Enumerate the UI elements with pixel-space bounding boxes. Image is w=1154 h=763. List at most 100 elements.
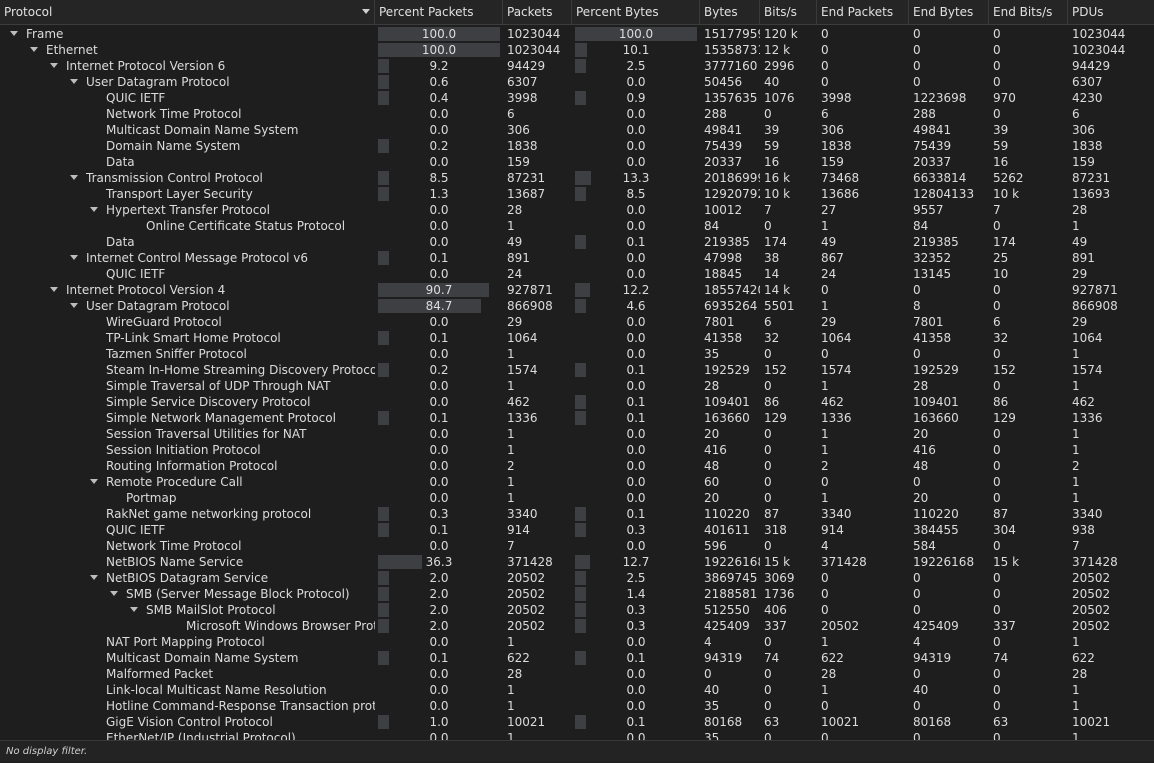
tree-row[interactable]: Data 0.0 49 0.1 219385 174 49 219385 174 49 (0, 234, 1154, 250)
tree-row[interactable]: Simple Traversal of UDP Through NAT 0.0 1 0… (0, 378, 1154, 394)
column-header-end-bits-per-sec[interactable]: End Bits/s (989, 0, 1068, 24)
tree-row[interactable]: Link-local Multicast Name Resolution 0.0 1… (0, 682, 1154, 698)
expand-arrow-icon[interactable] (70, 175, 78, 180)
column-header-protocol[interactable]: Protocol (0, 0, 375, 24)
tree-row[interactable]: Simple Service Discovery Protocol 0.0 462 0… (0, 394, 1154, 410)
tree-row[interactable]: QUIC IETF 0.4 3998 0.9 1357635 1076 3998 122369… (0, 90, 1154, 106)
tree-row[interactable]: NetBIOS Datagram Service 2.0 20502 2.5 38697… (0, 570, 1154, 586)
expand-arrow-icon[interactable] (90, 575, 98, 580)
cell-protocol: QUIC IETF (0, 266, 375, 282)
percent-value: 0.2 (429, 363, 449, 377)
tree-row[interactable]: Tazmen Sniffer Protocol 0.0 1 0.0 35 0 0 0 0 1 (0, 346, 1154, 362)
expand-arrow-icon[interactable] (70, 255, 78, 260)
tree-row[interactable]: WireGuard Protocol 0.0 29 0.0 7801 6 29 7801 6 29 (0, 314, 1154, 330)
cell-protocol: User Datagram Protocol (0, 74, 375, 90)
tree-row[interactable]: Simple Network Management Protocol 0.1 133… (0, 410, 1154, 426)
tree-row[interactable]: Remote Procedure Call 0.0 1 0.0 60 0 0 0 0 1 (0, 474, 1154, 490)
tree-row[interactable]: User Datagram Protocol 0.6 6307 0.0 50456 40 0… (0, 74, 1154, 90)
tree-row[interactable]: SMB (Server Message Block Protocol) 2.0 20… (0, 586, 1154, 602)
cell-bytes: 49841 (704, 123, 743, 137)
cell-packets: 6 (507, 107, 515, 121)
tree-row[interactable]: Portmap 0.0 1 0.0 20 0 1 20 0 1 (0, 490, 1154, 506)
tree-row[interactable]: NetBIOS Name Service 36.3 371428 12.7 192261… (0, 554, 1154, 570)
cell-percent-bytes: 0.0 (572, 538, 700, 554)
expand-arrow-icon[interactable] (10, 31, 18, 36)
tree-row[interactable]: Data 0.0 159 0.0 20337 16 159 20337 16 159 (0, 154, 1154, 170)
column-header-percent-packets[interactable]: Percent Packets (375, 0, 503, 24)
cell-percent-packets: 0.0 (375, 458, 503, 474)
expand-arrow-icon[interactable] (130, 607, 138, 612)
expand-arrow-icon[interactable] (90, 207, 98, 212)
expand-arrow-icon[interactable] (90, 479, 98, 484)
expand-arrow-icon[interactable] (70, 79, 78, 84)
tree-row[interactable]: Steam In-Home Streaming Discovery Protoc… (0, 362, 1154, 378)
cell-pdus: 891 (1072, 251, 1095, 265)
tree-row[interactable]: Multicast Domain Name System 0.0 306 0.0 498… (0, 122, 1154, 138)
tree-row[interactable]: Transmission Control Protocol 8.5 87231 13.… (0, 170, 1154, 186)
tree-row[interactable]: Internet Protocol Version 6 9.2 94429 2.5 37… (0, 58, 1154, 74)
cell-packets: 20502 (507, 571, 546, 585)
display-filter-status: No display filter. (6, 746, 88, 757)
column-header-bytes[interactable]: Bytes (700, 0, 760, 24)
cell-end-packets: 0 (821, 27, 829, 41)
percent-value: 0.0 (429, 683, 449, 697)
column-header-end-bytes[interactable]: End Bytes (909, 0, 989, 24)
tree-row[interactable]: Microsoft Windows Browser Protocol 2.0 205… (0, 618, 1154, 634)
cell-end-bytes: 0 (913, 75, 921, 89)
cell-percent-packets: 9.2 (375, 58, 503, 74)
cell-end-bits-per-sec: 0 (993, 667, 1001, 681)
cell-protocol: Simple Service Discovery Protocol (0, 394, 375, 410)
tree-row[interactable]: QUIC IETF 0.0 24 0.0 18845 14 24 13145 10 29 (0, 266, 1154, 282)
column-header-percent-bytes[interactable]: Percent Bytes (572, 0, 700, 24)
column-header-end-packets[interactable]: End Packets (817, 0, 909, 24)
tree-row[interactable]: RakNet game networking protocol 0.3 3340 0.… (0, 506, 1154, 522)
tree-row[interactable]: Network Time Protocol 0.0 6 0.0 288 0 6 288 0 6 (0, 106, 1154, 122)
tree-row[interactable]: TP-Link Smart Home Protocol 0.1 1064 0.0 413… (0, 330, 1154, 346)
cell-pdus: 49 (1072, 235, 1088, 249)
tree-row[interactable]: Multicast Domain Name System 0.1 622 0.1 943… (0, 650, 1154, 666)
tree-row[interactable]: Session Initiation Protocol 0.0 1 0.0 416 0 1 4… (0, 442, 1154, 458)
cell-percent-bytes: 0.0 (572, 666, 700, 682)
tree-row[interactable]: GigE Vision Control Protocol 1.0 10021 0.1 8… (0, 714, 1154, 730)
expand-arrow-icon[interactable] (50, 63, 58, 68)
tree-row[interactable]: NAT Port Mapping Protocol 0.0 1 0.0 4 0 1 4 0 1 (0, 634, 1154, 650)
expand-arrow-icon[interactable] (110, 591, 118, 596)
cell-bytes: 425409 (704, 619, 750, 633)
tree-row[interactable]: Frame 100.0 1023044 100.0 151779591 120 k 0 0 0 1… (0, 26, 1154, 42)
tree-row[interactable]: Transport Layer Security 1.3 13687 8.5 12920… (0, 186, 1154, 202)
cell-packets: 49 (507, 235, 523, 249)
expand-arrow-icon[interactable] (70, 303, 78, 308)
tree-row[interactable]: Session Traversal Utilities for NAT 0.0 1 0… (0, 426, 1154, 442)
tree-row[interactable]: User Datagram Protocol 84.7 866908 4.6 69352… (0, 298, 1154, 314)
protocol-hierarchy-tree[interactable]: Protocol Percent Packets Packets Percent… (0, 0, 1154, 740)
cell-end-packets: 2 (821, 459, 829, 473)
expand-arrow-icon[interactable] (30, 47, 38, 52)
cell-bytes: 596 (704, 539, 727, 553)
cell-end-packets: 1 (821, 683, 829, 697)
tree-row[interactable]: Network Time Protocol 0.0 7 0.0 596 0 4 584 0 7 (0, 538, 1154, 554)
tree-row[interactable]: Internet Protocol Version 4 90.7 927871 12.… (0, 282, 1154, 298)
tree-row[interactable]: SMB MailSlot Protocol 2.0 20502 0.3 512550 40… (0, 602, 1154, 618)
tree-row[interactable]: Routing Information Protocol 0.0 2 0.0 48 0 2 4… (0, 458, 1154, 474)
tree-row[interactable]: Malformed Packet 0.0 28 0.0 0 0 28 0 0 28 (0, 666, 1154, 682)
tree-row[interactable]: QUIC IETF 0.1 914 0.3 401611 318 914 384455 304 9… (0, 522, 1154, 538)
percent-value: 0.1 (429, 651, 449, 665)
cell-end-bytes: 219385 (913, 235, 959, 249)
tree-row[interactable]: Hotline Command-Response Transaction pro… (0, 698, 1154, 714)
tree-row[interactable]: Ethernet 100.0 1023044 10.1 15358731 12 k 0 0 0 1… (0, 42, 1154, 58)
cell-percent-packets: 0.0 (375, 490, 503, 506)
tree-row[interactable]: Hypertext Transfer Protocol 0.0 28 0.0 10012… (0, 202, 1154, 218)
tree-row[interactable]: Online Certificate Status Protocol 0.0 1 0.… (0, 218, 1154, 234)
cell-percent-packets: 84.7 (375, 298, 503, 314)
tree-row[interactable]: Internet Control Message Protocol v6 0.1 8… (0, 250, 1154, 266)
cell-percent-bytes: 0.0 (572, 218, 700, 234)
tree-row[interactable]: Domain Name System 0.2 1838 0.0 75439 59 1838 7… (0, 138, 1154, 154)
percent-value: 0.1 (626, 235, 646, 249)
percent-value: 0.1 (626, 395, 646, 409)
cell-pdus: 4230 (1072, 91, 1103, 105)
column-header-bits-per-sec[interactable]: Bits/s (760, 0, 817, 24)
expand-arrow-icon[interactable] (50, 287, 58, 292)
column-header-packets[interactable]: Packets (503, 0, 572, 24)
column-header-pdus[interactable]: PDUs (1068, 0, 1154, 24)
tree-row[interactable]: EtherNet/IP (Industrial Protocol) 0.0 1 0.0… (0, 730, 1154, 740)
